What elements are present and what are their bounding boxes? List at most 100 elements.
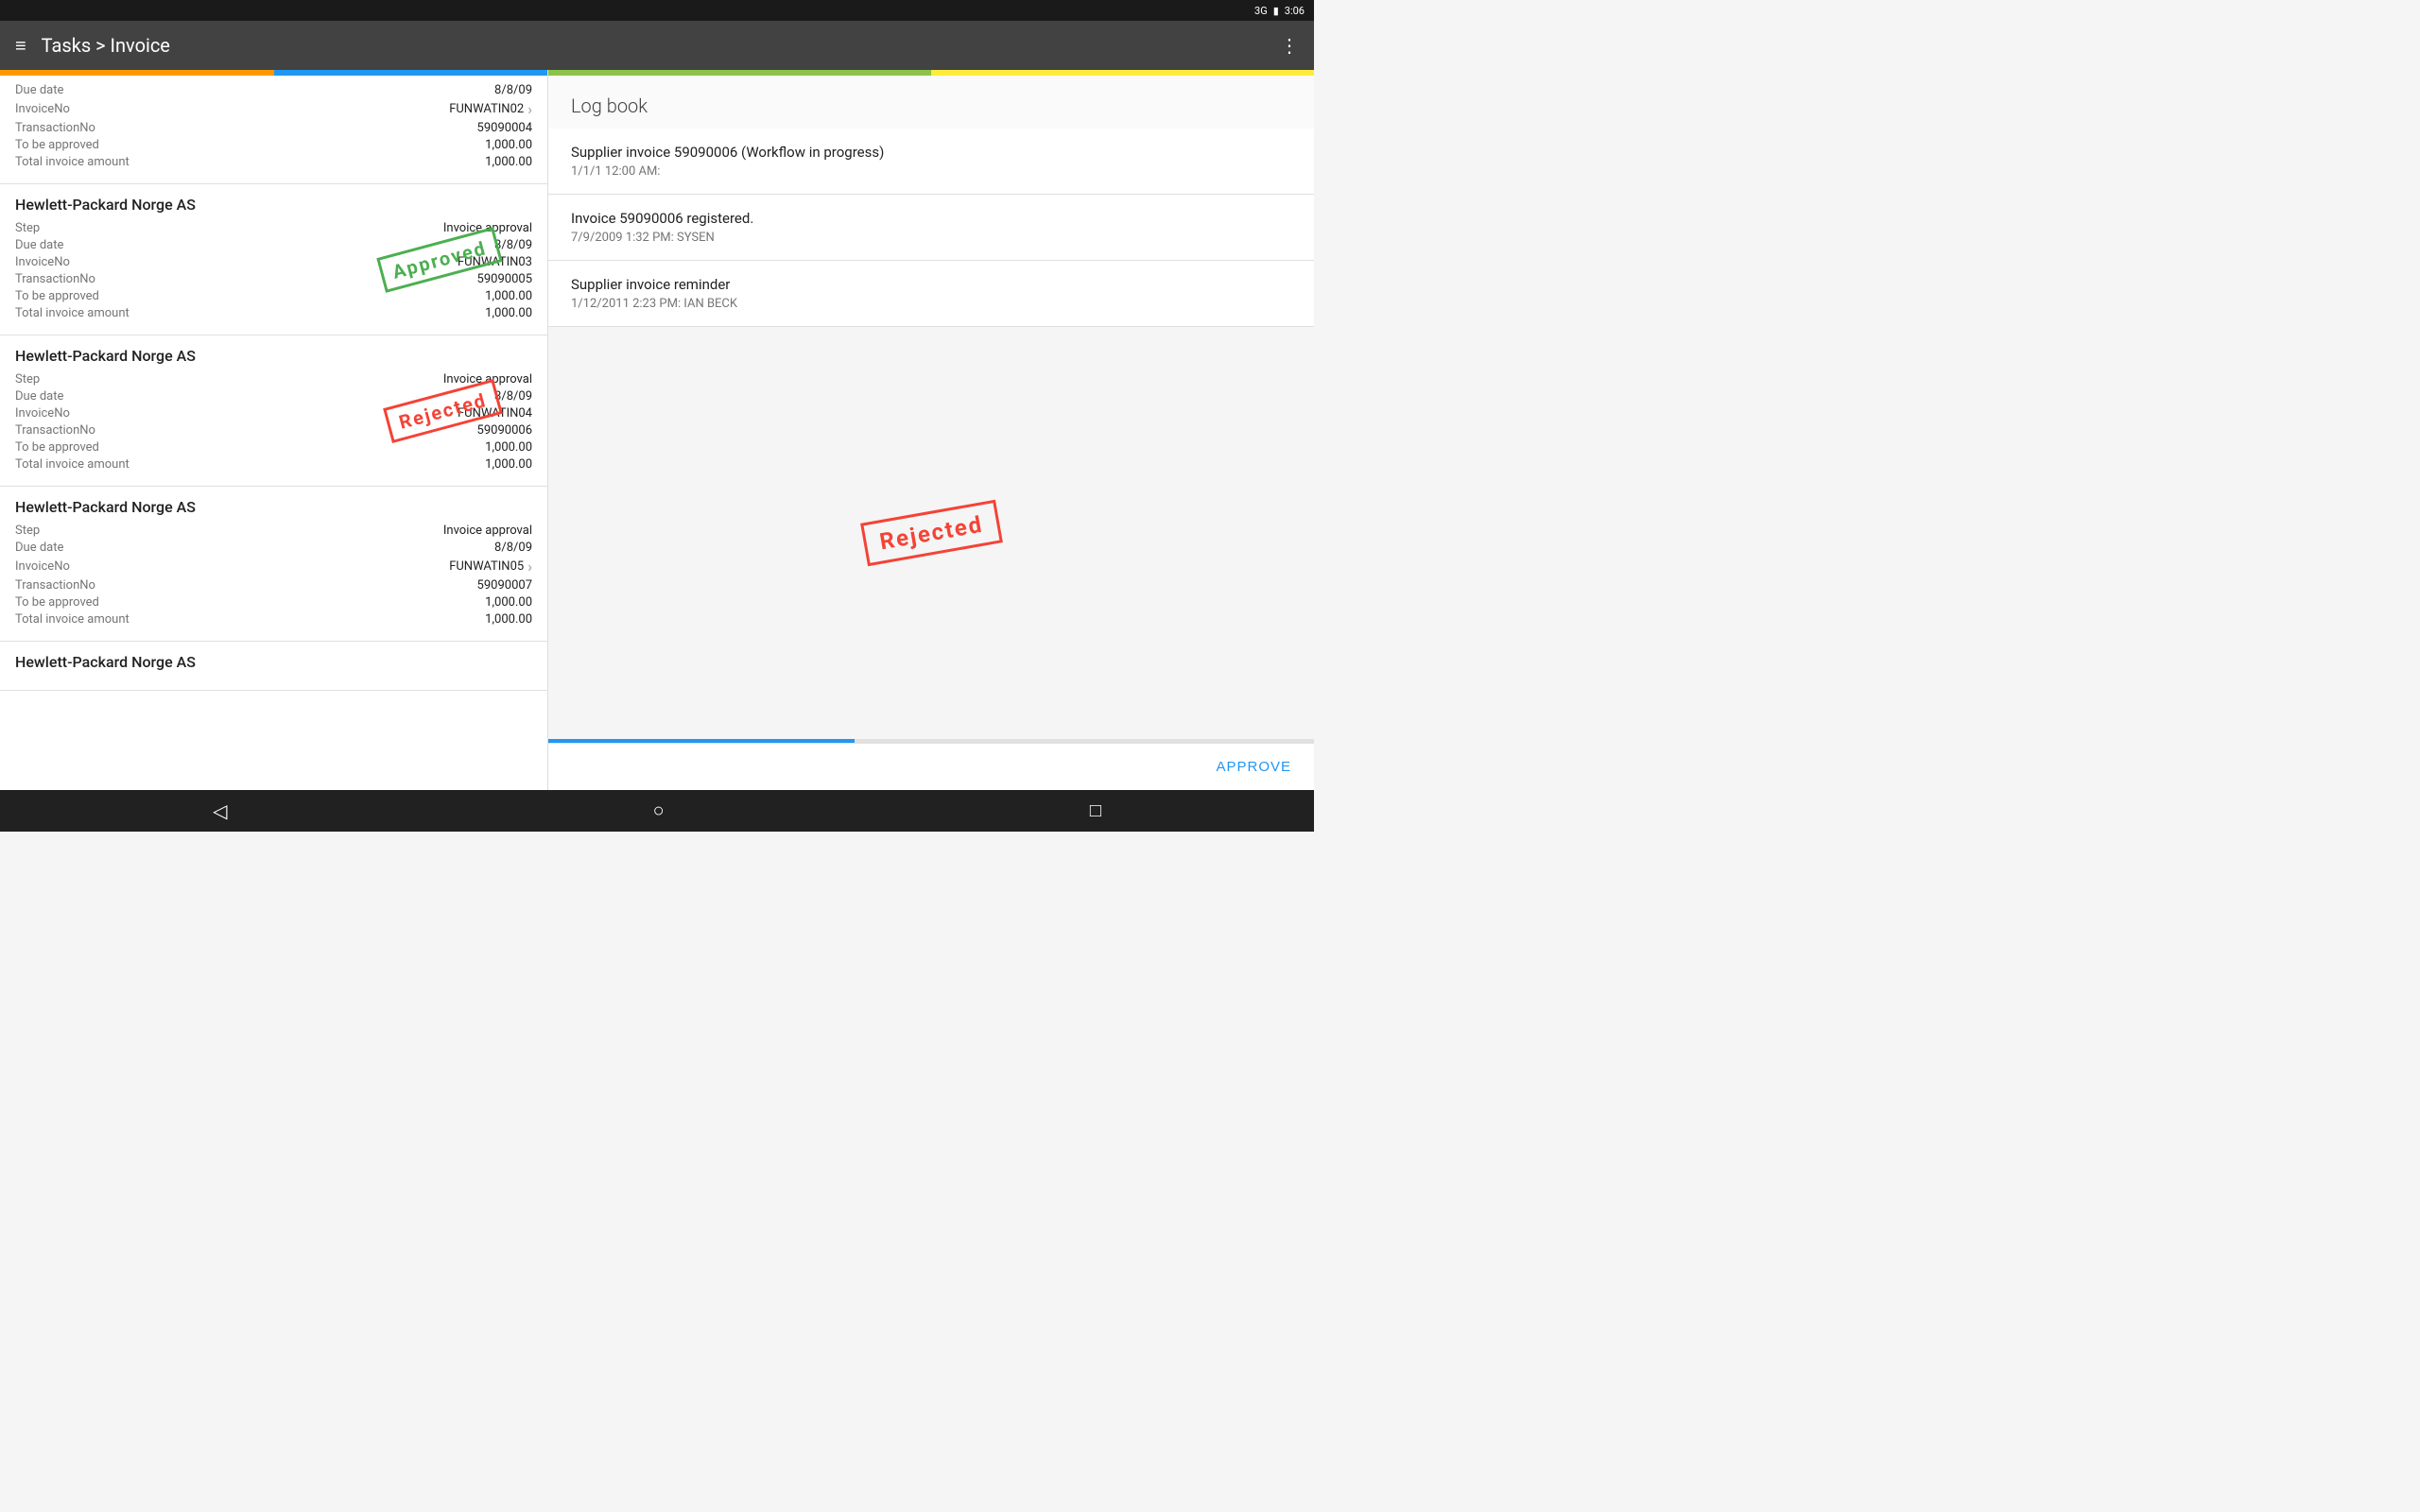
due-date-label-3: Due date bbox=[15, 541, 63, 555]
to-be-approved-row-2: To be approved 1,000.00 bbox=[15, 440, 532, 455]
color-bar-orange bbox=[0, 70, 274, 76]
log-meta-1: 1/1/1 12:00 AM: bbox=[571, 164, 1291, 179]
log-title-1: Supplier invoice 59090006 (Workflow in p… bbox=[571, 144, 1291, 161]
step-value-3: Invoice approval bbox=[443, 524, 532, 538]
partial-invoice-item[interactable]: Due date 8/8/09 InvoiceNo FUNWATIN02 › T… bbox=[0, 76, 547, 184]
invoice-no-label-3: InvoiceNo bbox=[15, 559, 70, 574]
due-date-value-3: 8/8/09 bbox=[494, 541, 532, 555]
to-be-approved-row-1: To be approved 1,000.00 bbox=[15, 289, 532, 303]
log-entry-3: Supplier invoice reminder 1/12/2011 2:23… bbox=[548, 261, 1314, 327]
to-be-approved-label-2: To be approved bbox=[15, 440, 99, 455]
transaction-no-row: TransactionNo 59090004 bbox=[15, 121, 532, 135]
rejected-stamp-right: Rejected bbox=[860, 500, 1002, 566]
transaction-no-value: 59090004 bbox=[477, 121, 532, 135]
transaction-no-label-2: TransactionNo bbox=[15, 423, 95, 438]
total-invoice-row-2: Total invoice amount 1,000.00 bbox=[15, 457, 532, 472]
log-meta-2: 7/9/2009 1:32 PM: SYSEN bbox=[571, 231, 1291, 245]
log-title-2: Invoice 59090006 registered. bbox=[571, 210, 1291, 227]
to-be-approved-label-1: To be approved bbox=[15, 289, 99, 303]
to-be-approved-value: 1,000.00 bbox=[485, 138, 532, 152]
invoice-no-value: FUNWATIN02 › bbox=[449, 100, 532, 118]
total-invoice-row-3: Total invoice amount 1,000.00 bbox=[15, 612, 532, 627]
total-invoice-value-1: 1,000.00 bbox=[485, 306, 532, 320]
to-be-approved-value-2: 1,000.00 bbox=[485, 440, 532, 455]
total-invoice-row: Total invoice amount 1,000.00 bbox=[15, 155, 532, 169]
to-be-approved-row-3: To be approved 1,000.00 bbox=[15, 595, 532, 610]
invoice-no-value-1: FUNWATIN03 bbox=[458, 255, 532, 269]
right-panel: Log book Supplier invoice 59090006 (Work… bbox=[548, 70, 1314, 790]
step-row-2: Step Invoice approval bbox=[15, 372, 532, 387]
invoice-item-1[interactable]: Hewlett-Packard Norge AS Step Invoice ap… bbox=[0, 184, 547, 335]
invoice-item-3[interactable]: Hewlett-Packard Norge AS Step Invoice ap… bbox=[0, 487, 547, 642]
company-name-4: Hewlett-Packard Norge AS bbox=[15, 653, 532, 671]
transaction-no-row-2: TransactionNo 59090006 bbox=[15, 423, 532, 438]
invoice-no-label-2: InvoiceNo bbox=[15, 406, 70, 421]
signal-indicator: 3G bbox=[1254, 5, 1268, 17]
transaction-no-row-1: TransactionNo 59090005 bbox=[15, 272, 532, 286]
total-invoice-label: Total invoice amount bbox=[15, 155, 130, 169]
due-date-value-2: 8/8/09 bbox=[494, 389, 532, 404]
total-invoice-value: 1,000.00 bbox=[485, 155, 532, 169]
color-bar-top bbox=[0, 70, 547, 76]
due-date-value: 8/8/09 bbox=[494, 83, 532, 97]
due-date-label-1: Due date bbox=[15, 238, 63, 252]
invoice-item-4[interactable]: Hewlett-Packard Norge AS bbox=[0, 642, 547, 691]
step-row-1: Step Invoice approval bbox=[15, 221, 532, 235]
total-invoice-label-2: Total invoice amount bbox=[15, 457, 130, 472]
page-title: Tasks > Invoice bbox=[42, 34, 1280, 57]
chevron-icon: › bbox=[527, 100, 532, 118]
step-value-2: Invoice approval bbox=[443, 372, 532, 387]
step-label-1: Step bbox=[15, 221, 40, 235]
recents-button[interactable]: □ bbox=[1052, 793, 1139, 830]
due-date-row-1: Due date 8/8/09 bbox=[15, 238, 532, 252]
more-options-icon[interactable]: ⋮ bbox=[1280, 34, 1299, 57]
app-bar: ≡ Tasks > Invoice ⋮ bbox=[0, 21, 1314, 70]
chevron-icon-3: › bbox=[527, 558, 532, 576]
company-name-2: Hewlett-Packard Norge AS bbox=[15, 347, 532, 365]
invoice-item-2[interactable]: Hewlett-Packard Norge AS Step Invoice ap… bbox=[0, 335, 547, 487]
log-entry-2: Invoice 59090006 registered. 7/9/2009 1:… bbox=[548, 195, 1314, 261]
invoice-no-label-1: InvoiceNo bbox=[15, 255, 70, 269]
transaction-no-label-3: TransactionNo bbox=[15, 578, 95, 593]
total-invoice-label-1: Total invoice amount bbox=[15, 306, 130, 320]
approve-bar: APPROVE bbox=[548, 743, 1314, 790]
menu-icon[interactable]: ≡ bbox=[15, 34, 26, 58]
transaction-no-value-1: 59090005 bbox=[477, 272, 532, 286]
invoice-no-row-3: InvoiceNo FUNWATIN05 › bbox=[15, 558, 532, 576]
status-bar: 3G ▮ 3:06 bbox=[0, 0, 1314, 21]
total-invoice-label-3: Total invoice amount bbox=[15, 612, 130, 627]
home-button[interactable]: ○ bbox=[615, 793, 702, 830]
bottom-navigation: ◁ ○ □ bbox=[0, 790, 1314, 832]
due-date-row: Due date 8/8/09 bbox=[15, 83, 532, 97]
transaction-no-label: TransactionNo bbox=[15, 121, 95, 135]
approve-button[interactable]: APPROVE bbox=[1216, 759, 1291, 775]
left-panel: Due date 8/8/09 InvoiceNo FUNWATIN02 › T… bbox=[0, 70, 548, 790]
transaction-no-label-1: TransactionNo bbox=[15, 272, 95, 286]
due-date-value-1: 8/8/09 bbox=[494, 238, 532, 252]
transaction-no-value-3: 59090007 bbox=[477, 578, 532, 593]
invoice-no-value-2: FUNWATIN04 bbox=[458, 406, 532, 421]
transaction-no-value-2: 59090006 bbox=[477, 423, 532, 438]
total-invoice-row-1: Total invoice amount 1,000.00 bbox=[15, 306, 532, 320]
step-label-2: Step bbox=[15, 372, 40, 387]
back-button[interactable]: ◁ bbox=[175, 792, 265, 831]
due-date-label-2: Due date bbox=[15, 389, 63, 404]
invoice-no-label: InvoiceNo bbox=[15, 102, 70, 116]
company-name-1: Hewlett-Packard Norge AS bbox=[15, 196, 532, 214]
to-be-approved-value-1: 1,000.00 bbox=[485, 289, 532, 303]
log-title-3: Supplier invoice reminder bbox=[571, 276, 1291, 293]
due-date-row-2: Due date 8/8/09 bbox=[15, 389, 532, 404]
to-be-approved-label-3: To be approved bbox=[15, 595, 99, 610]
to-be-approved-label: To be approved bbox=[15, 138, 99, 152]
due-date-label: Due date bbox=[15, 83, 63, 97]
to-be-approved-value-3: 1,000.00 bbox=[485, 595, 532, 610]
invoice-no-row-2: InvoiceNo FUNWATIN04 bbox=[15, 406, 532, 421]
due-date-row-3: Due date 8/8/09 bbox=[15, 541, 532, 555]
log-meta-3: 1/12/2011 2:23 PM: IAN BECK bbox=[571, 297, 1291, 311]
main-content: Due date 8/8/09 InvoiceNo FUNWATIN02 › T… bbox=[0, 70, 1314, 790]
transaction-no-row-3: TransactionNo 59090007 bbox=[15, 578, 532, 593]
company-name-3: Hewlett-Packard Norge AS bbox=[15, 498, 532, 516]
total-invoice-value-2: 1,000.00 bbox=[485, 457, 532, 472]
log-entry-1: Supplier invoice 59090006 (Workflow in p… bbox=[548, 129, 1314, 195]
total-invoice-value-3: 1,000.00 bbox=[485, 612, 532, 627]
